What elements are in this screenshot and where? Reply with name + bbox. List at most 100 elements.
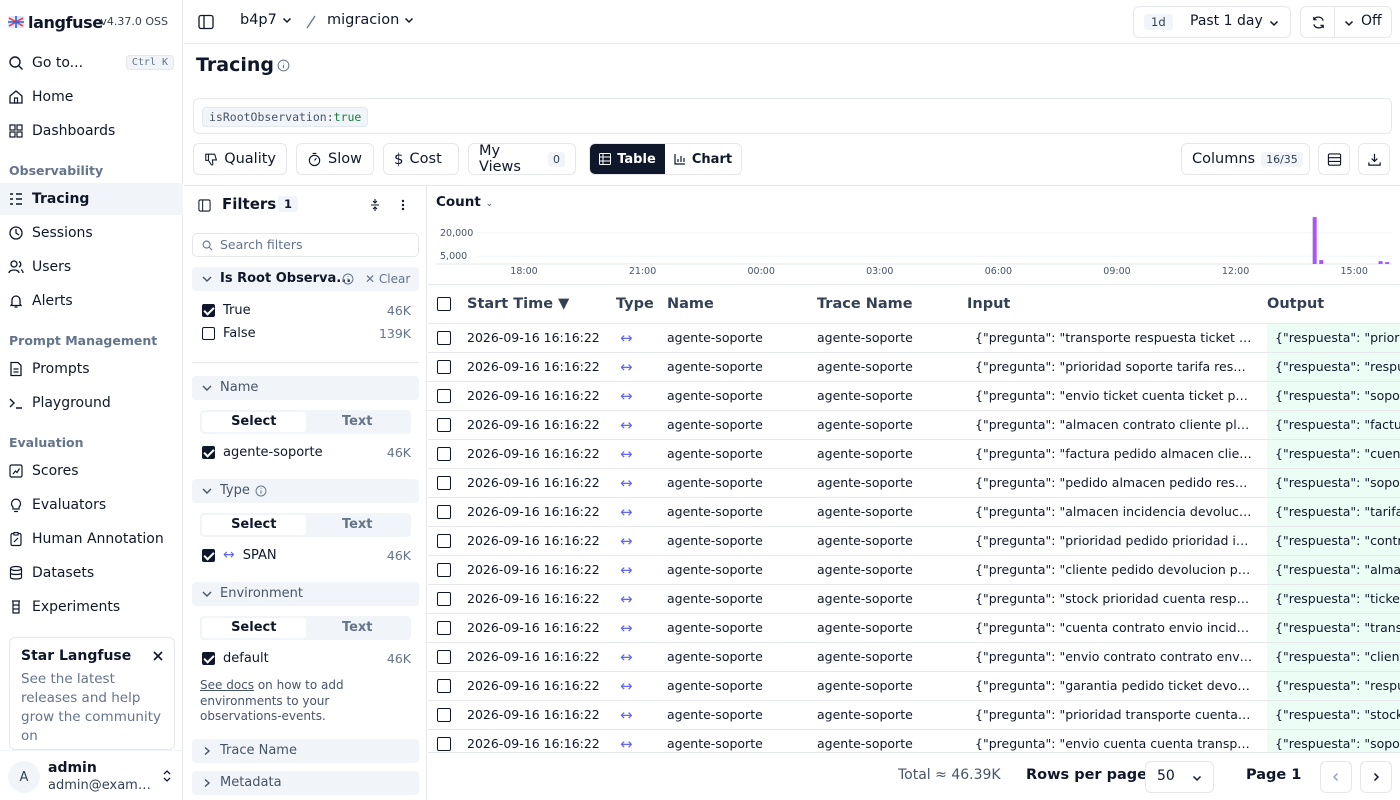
- checkbox[interactable]: [202, 651, 215, 665]
- mode-select[interactable]: Select: [202, 412, 306, 432]
- rows-per-page-select[interactable]: 50: [1145, 761, 1214, 793]
- column-header-type[interactable]: Type: [616, 285, 654, 323]
- row-checkbox[interactable]: [437, 360, 451, 374]
- mode-text[interactable]: Text: [306, 618, 410, 638]
- cell-input[interactable]: {"pregunta": "cuenta contrato envio inci…: [975, 614, 1253, 643]
- cell-output[interactable]: {"respuesta": "almac: [1267, 556, 1400, 585]
- filter-group-metadata[interactable]: Metadata: [192, 771, 419, 795]
- cell-output[interactable]: {"respuesta": "factura: [1267, 411, 1400, 440]
- checkbox[interactable]: [202, 548, 215, 562]
- select-all-checkbox[interactable]: [437, 297, 451, 311]
- cell-output[interactable]: {"respuesta": "priorid: [1267, 324, 1400, 353]
- sidebar-item-home[interactable]: Home: [0, 81, 183, 113]
- cell-output[interactable]: {"respuesta": "stock f: [1267, 701, 1400, 730]
- sidebar-item-alerts[interactable]: Alerts: [0, 285, 183, 317]
- cell-output[interactable]: {"respuesta": "ticket: [1267, 585, 1400, 614]
- info-icon[interactable]: [342, 273, 354, 285]
- more-vertical-icon[interactable]: [397, 198, 409, 212]
- cell-input[interactable]: {"pregunta": "envio cuenta cuenta transp…: [975, 730, 1253, 752]
- sidebar-item-experiments[interactable]: Experiments: [0, 591, 183, 623]
- slow-preset-button[interactable]: Slow: [296, 143, 374, 175]
- cell-input[interactable]: {"pregunta": "envio contrato contrato en…: [975, 643, 1253, 672]
- cell-input[interactable]: {"pregunta": "prioridad soporte tarifa r…: [975, 353, 1253, 382]
- sidebar-item-prompts[interactable]: Prompts: [0, 353, 183, 385]
- mode-select[interactable]: Select: [202, 618, 306, 638]
- info-icon[interactable]: [277, 59, 290, 72]
- checkbox[interactable]: [202, 445, 215, 459]
- prev-page-button[interactable]: [1320, 761, 1352, 793]
- filter-option-true[interactable]: True 46K: [202, 300, 411, 320]
- download-button[interactable]: [1358, 143, 1390, 175]
- filter-chip[interactable]: isRootObservation:true: [202, 107, 369, 127]
- row-checkbox[interactable]: [437, 679, 451, 693]
- cell-output[interactable]: {"respuesta": "respue: [1267, 672, 1400, 701]
- checkbox[interactable]: [202, 303, 215, 317]
- sidebar-item-playground[interactable]: Playground: [0, 387, 183, 419]
- sidebar-item-tracing[interactable]: Tracing: [0, 183, 183, 215]
- sidebar-item-users[interactable]: Users: [0, 251, 183, 283]
- cell-output[interactable]: {"respuesta": "contra: [1267, 527, 1400, 556]
- filter-group-name[interactable]: Name: [192, 376, 419, 400]
- column-header-trace-name[interactable]: Trace Name: [817, 285, 913, 323]
- user-menu[interactable]: A admin admin@example.com: [0, 750, 183, 800]
- cell-output[interactable]: {"respuesta": "transp: [1267, 614, 1400, 643]
- row-checkbox[interactable]: [437, 650, 451, 664]
- refresh-icon[interactable]: [1311, 15, 1326, 30]
- cell-output[interactable]: {"respuesta": "respue: [1267, 353, 1400, 382]
- cell-output[interactable]: {"respuesta": "soport: [1267, 382, 1400, 411]
- row-checkbox[interactable]: [437, 447, 451, 461]
- cell-input[interactable]: {"pregunta": "pedido almacen pedido resp…: [975, 469, 1253, 498]
- sidebar-item-sessions[interactable]: Sessions: [0, 217, 183, 249]
- filter-group-is-root-observation[interactable]: Is Root Observa... ✕ Clear: [192, 267, 419, 291]
- filter-option-span[interactable]: ↔ SPAN 46K: [202, 545, 411, 565]
- sidebar-item-scores[interactable]: Scores: [0, 455, 183, 487]
- filter-group-environment[interactable]: Environment: [192, 582, 419, 606]
- table-row[interactable]: 2026-09-16 16:16:22 ↔ agente-soporte agente…: [428, 381, 1400, 411]
- goto-button[interactable]: Go to... Ctrl K: [0, 47, 183, 79]
- table-row[interactable]: 2026-09-16 16:16:22 ↔ agente-soporte agente…: [428, 584, 1400, 614]
- row-checkbox[interactable]: [437, 534, 451, 548]
- sidebar-item-human-annotation[interactable]: Human Annotation: [0, 523, 183, 555]
- cost-preset-button[interactable]: $ Cost: [383, 143, 459, 175]
- column-header-name[interactable]: Name: [667, 285, 714, 323]
- cell-output[interactable]: {"respuesta": "cliente: [1267, 643, 1400, 672]
- row-checkbox[interactable]: [437, 389, 451, 403]
- cell-input[interactable]: {"pregunta": "almacen incidencia devoluc…: [975, 498, 1253, 527]
- row-checkbox[interactable]: [437, 621, 451, 635]
- search-input[interactable]: isRootObservation:true: [193, 98, 1392, 134]
- quality-preset-button[interactable]: Quality: [193, 143, 287, 175]
- sidebar-item-evaluators[interactable]: Evaluators: [0, 489, 183, 521]
- table-row[interactable]: 2026-09-16 16:16:22 ↔ agente-soporte agente…: [428, 526, 1400, 556]
- sidebar-toggle-icon[interactable]: [198, 14, 214, 30]
- tab-table[interactable]: Table: [590, 144, 665, 174]
- table-row[interactable]: 2026-09-16 16:16:22 ↔ agente-soporte agente…: [428, 555, 1400, 585]
- table-row[interactable]: 2026-09-16 16:16:22 ↔ agente-soporte agente…: [428, 439, 1400, 469]
- table-row[interactable]: 2026-09-16 16:16:22 ↔ agente-soporte agente…: [428, 468, 1400, 498]
- filter-group-trace-name[interactable]: Trace Name: [192, 739, 419, 763]
- cell-input[interactable]: {"pregunta": "cliente pedido devolucion …: [975, 556, 1253, 585]
- app-logo[interactable]: langfuse v4.37.0 OSS: [8, 12, 176, 32]
- table-row[interactable]: 2026-09-16 16:16:22 ↔ agente-soporte agente…: [428, 700, 1400, 730]
- row-density-button[interactable]: [1318, 143, 1350, 175]
- table-row[interactable]: 2026-09-16 16:16:22 ↔ agente-soporte agente…: [428, 410, 1400, 440]
- table-row[interactable]: 2026-09-16 16:16:22 ↔ agente-soporte agente…: [428, 642, 1400, 672]
- filter-group-type[interactable]: Type: [192, 479, 419, 503]
- collapse-all-icon[interactable]: [368, 198, 382, 212]
- cell-input[interactable]: {"pregunta": "transporte respuesta ticke…: [975, 324, 1253, 353]
- cell-input[interactable]: {"pregunta": "prioridad pedido prioridad…: [975, 527, 1253, 556]
- docs-link[interactable]: See docs: [200, 678, 254, 692]
- table-row[interactable]: 2026-09-16 16:16:22 ↔ agente-soporte agente…: [428, 671, 1400, 701]
- tab-chart[interactable]: Chart: [665, 144, 741, 174]
- sidebar-item-datasets[interactable]: Datasets: [0, 557, 183, 589]
- info-icon[interactable]: [255, 485, 267, 497]
- cell-output[interactable]: {"respuesta": "cuenta: [1267, 440, 1400, 469]
- table-row[interactable]: 2026-09-16 16:16:22 ↔ agente-soporte agente…: [428, 729, 1400, 752]
- cell-input[interactable]: {"pregunta": "factura pedido almacen cli…: [975, 440, 1253, 469]
- cell-output[interactable]: {"respuesta": "soport: [1267, 730, 1400, 752]
- cell-output[interactable]: {"respuesta": "tarifa a: [1267, 498, 1400, 527]
- breadcrumb-project[interactable]: migracion: [327, 12, 415, 28]
- column-header-output[interactable]: Output: [1267, 285, 1324, 323]
- cell-output[interactable]: {"respuesta": "soport: [1267, 469, 1400, 498]
- column-header-input[interactable]: Input: [967, 285, 1010, 323]
- my-views-button[interactable]: My Views 0: [468, 143, 576, 175]
